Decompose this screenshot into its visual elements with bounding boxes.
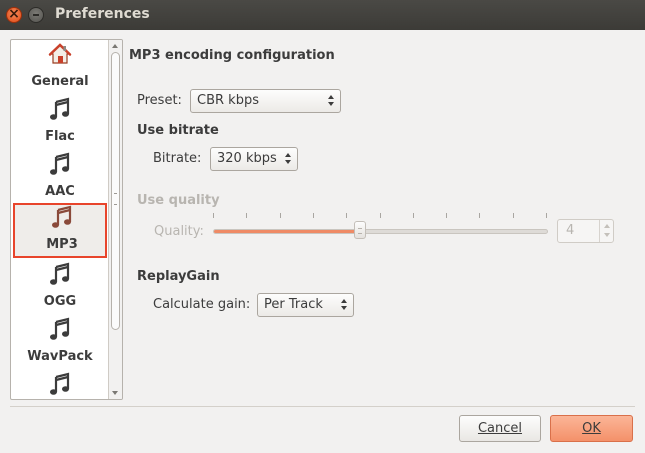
spin-arrows-icon[interactable]: [599, 220, 613, 242]
close-window-button[interactable]: [6, 6, 22, 23]
window-title: Preferences: [55, 6, 150, 22]
combo-arrows-icon: [328, 95, 335, 107]
preset-combo[interactable]: CBR kbps: [190, 89, 341, 113]
sidebar-item-label: Flac: [45, 129, 75, 144]
music-note-icon: [13, 317, 107, 341]
sidebar-item-partial[interactable]: [13, 370, 107, 399]
sidebar-item-aac[interactable]: AAC: [13, 150, 107, 205]
music-note-icon: [13, 262, 107, 286]
sidebar-item-label: MP3: [46, 237, 78, 252]
slider-tick: [280, 213, 281, 218]
ok-button[interactable]: OK: [550, 415, 633, 442]
cancel-button[interactable]: Cancel: [459, 415, 541, 442]
sidebar-item-ogg[interactable]: OGG: [13, 260, 107, 315]
scroll-up-arrow-icon[interactable]: [112, 44, 118, 48]
grip-icon: [114, 193, 117, 205]
quality-spinbox[interactable]: 4: [557, 219, 614, 243]
preset-label: Preset:: [137, 93, 182, 108]
use-bitrate-heading: Use bitrate: [137, 123, 219, 138]
quality-value: 4: [566, 223, 575, 238]
bitrate-combo[interactable]: 320 kbps: [210, 147, 298, 171]
page-title: MP3 encoding configuration: [129, 48, 335, 63]
preset-value: CBR kbps: [197, 93, 259, 108]
replaygain-heading: ReplayGain: [137, 269, 220, 284]
slider-tick: [246, 213, 247, 218]
combo-arrows-icon: [285, 153, 292, 165]
quality-label: Quality:: [154, 224, 204, 239]
cancel-button-label: Cancel: [477, 421, 523, 436]
slider-tick: [413, 213, 414, 218]
sidebar-scrollbar[interactable]: [108, 40, 122, 399]
use-quality-heading: Use quality: [137, 193, 220, 208]
scrollbar-thumb[interactable]: [111, 52, 120, 330]
sidebar-item-flac[interactable]: Flac: [13, 95, 107, 150]
quality-slider-handle[interactable]: [354, 221, 366, 239]
scroll-down-arrow-icon[interactable]: [112, 391, 118, 395]
sidebar-item-label: AAC: [45, 184, 75, 199]
sidebar-item-label: OGG: [43, 294, 77, 309]
quality-slider[interactable]: [213, 229, 548, 234]
music-note-icon: [13, 152, 107, 176]
slider-tick: [513, 213, 514, 218]
sidebar-item-mp3[interactable]: MP3: [13, 203, 107, 258]
preferences-window: Preferences General: [0, 0, 645, 453]
slider-tick: [313, 213, 314, 218]
slider-tick: [380, 213, 381, 218]
music-note-icon: [15, 205, 109, 229]
sidebar-item-general[interactable]: General: [13, 40, 107, 95]
combo-arrows-icon: [341, 299, 348, 311]
divider: [10, 406, 635, 407]
quality-slider-ticks: [213, 213, 547, 219]
sidebar-item-label: WavPack: [27, 349, 93, 364]
calculate-gain-value: Per Track: [264, 297, 323, 312]
ok-button-label: OK: [582, 421, 601, 436]
music-note-icon: [13, 372, 107, 396]
slider-tick: [346, 213, 347, 218]
quality-slider-fill: [214, 230, 361, 233]
calculate-gain-label: Calculate gain:: [153, 297, 251, 312]
bitrate-label: Bitrate:: [153, 151, 202, 166]
title-bar: Preferences: [0, 0, 645, 30]
bitrate-value: 320 kbps: [217, 151, 277, 166]
slider-tick: [546, 213, 547, 218]
sidebar-item-label: General: [31, 74, 89, 89]
sidebar-item-wavpack[interactable]: WavPack: [13, 315, 107, 370]
home-icon: [13, 42, 107, 66]
slider-tick: [446, 213, 447, 218]
slider-tick: [213, 213, 214, 218]
category-sidebar: General Flac AAC MP3 OGG WavPack: [10, 39, 123, 400]
music-note-icon: [13, 97, 107, 121]
calculate-gain-combo[interactable]: Per Track: [257, 293, 354, 317]
slider-tick: [479, 213, 480, 218]
minimize-window-button[interactable]: [28, 7, 44, 23]
